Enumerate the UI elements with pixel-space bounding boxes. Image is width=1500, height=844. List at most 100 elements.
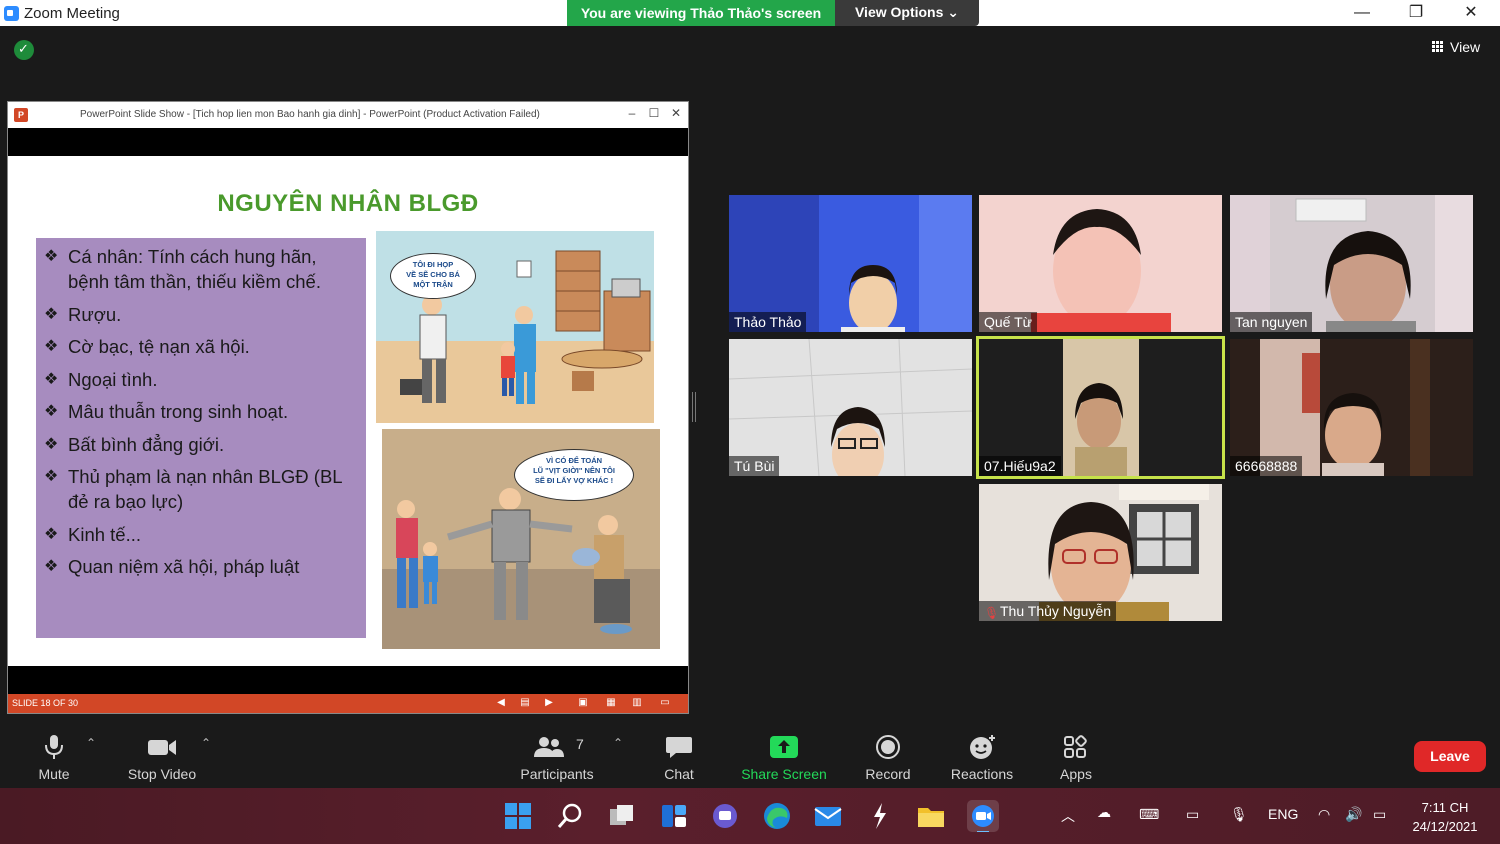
apps-icon — [1064, 735, 1087, 758]
bullet-text: Thủ phạm là nạn nhân BLGĐ (BL — [68, 466, 343, 487]
clock-time: 7:11 CH — [1421, 800, 1469, 815]
slide-letterbox-bottom — [8, 666, 688, 694]
bullet-text: Mâu thuẫn trong sinh hoạt. — [68, 401, 289, 422]
zoom-logo-icon — [4, 6, 19, 21]
bullet-text: đẻ ra bạo lực) — [68, 491, 184, 512]
split-divider-handle[interactable] — [692, 392, 696, 422]
share-screen-icon — [770, 736, 798, 758]
participant-name: Tan nguyen — [1230, 312, 1313, 332]
share-screen-button[interactable]: Share Screen — [738, 724, 830, 788]
input-language[interactable]: ENG — [1268, 806, 1298, 822]
bullet-text: Quan niệm xã hội, pháp luật — [68, 556, 300, 577]
video-tile[interactable]: 🎙Thu Thủy Nguyễn — [979, 484, 1222, 621]
chat-button[interactable]: Chat — [652, 724, 706, 788]
record-icon — [876, 735, 900, 759]
ppt-maximize-icon: ☐ — [648, 106, 660, 120]
windows-start-icon[interactable] — [502, 800, 534, 832]
bullet-diamond-icon: ❖ — [44, 403, 59, 420]
speech-2-line-1: VÌ CÓ ĐỂ TOÁN — [545, 456, 603, 465]
video-tile-active-speaker[interactable]: 07.Hiếu9a2 — [976, 336, 1225, 479]
participant-name: Thảo Thảo — [729, 312, 807, 332]
show-hidden-icons-chevron-icon[interactable]: ︿ — [1061, 806, 1075, 826]
keyboard-icon[interactable]: ⌨ — [1139, 806, 1159, 823]
previous-slide-icon: ◀ — [497, 697, 505, 708]
app-shortcut-icon[interactable] — [864, 800, 896, 832]
volume-icon[interactable]: 🔊 — [1345, 806, 1362, 823]
participant-name: 07.Hiếu9a2 — [979, 456, 1061, 476]
participant-name: Quế Từ — [979, 312, 1038, 332]
wifi-icon[interactable]: ◠ — [1318, 806, 1330, 823]
participants-count: 7 — [576, 736, 584, 752]
ppt-window-title: PowerPoint Slide Show - [Tich hop lien m… — [80, 109, 540, 120]
widgets-icon[interactable] — [658, 800, 690, 832]
mute-button[interactable]: Mute — [24, 724, 84, 788]
edge-browser-icon[interactable] — [761, 800, 793, 832]
clock-date: 24/12/2021 — [1412, 819, 1478, 834]
mail-icon[interactable] — [812, 800, 844, 832]
zoom-taskbar-icon[interactable] — [967, 800, 999, 832]
video-tile[interactable]: Tan nguyen — [1230, 195, 1473, 332]
bullet-diamond-icon: ❖ — [44, 435, 59, 453]
battery-icon[interactable]: ▭ — [1373, 806, 1386, 823]
speech-1-line-3: MỘT TRẬN — [413, 280, 453, 289]
video-tile[interactable]: Thảo Thảo — [729, 195, 972, 332]
restore-button[interactable]: ❐ — [1393, 0, 1439, 26]
video-tile[interactable]: 66668888 — [1230, 339, 1473, 476]
speech-1-line-2: VỀ SẼ CHO BÁ — [406, 270, 460, 279]
search-icon[interactable] — [554, 800, 586, 832]
view-options-dropdown[interactable]: View Options ⌄ — [835, 0, 979, 26]
microphone-icon — [45, 735, 63, 759]
leave-button[interactable]: Leave — [1414, 741, 1486, 772]
tablet-mode-icon[interactable]: ▭ — [1186, 806, 1199, 823]
chat-bubble-icon — [666, 737, 692, 758]
file-explorer-icon[interactable] — [915, 800, 947, 832]
record-button[interactable]: Record — [860, 724, 916, 788]
grid-icon — [1432, 41, 1444, 53]
bullet-text: bệnh tâm thần, thiếu kiềm chế. — [68, 271, 321, 292]
security-shield-icon[interactable] — [14, 40, 34, 60]
teams-chat-icon[interactable] — [709, 800, 741, 832]
speech-2-line-3: SẼ ĐI LẤY VỢ KHÁC ! — [534, 476, 614, 485]
speech-1-line-1: TÔI ĐI HỌP — [412, 260, 454, 269]
bullet-diamond-icon: ❖ — [44, 305, 59, 323]
video-tile[interactable]: Quế Từ — [979, 195, 1222, 332]
close-button[interactable]: ✕ — [1448, 0, 1494, 26]
ppt-minimize-icon: – — [628, 106, 636, 120]
share-screen-label: Share Screen — [741, 766, 827, 782]
bullet-diamond-icon: ❖ — [44, 468, 59, 485]
reactions-button[interactable]: Reactions — [946, 724, 1018, 788]
video-options-caret-icon[interactable]: ⌃ — [201, 736, 211, 750]
participants-button[interactable]: 7 Participants — [516, 724, 598, 788]
reactions-label: Reactions — [950, 766, 1014, 782]
bullet-text: Rượu. — [68, 303, 122, 325]
muted-microphone-icon: 🎙 — [984, 606, 1000, 620]
speech-2-line-2: LŨ "VỊT GIỜI" NÊN TÔI — [533, 466, 615, 475]
onedrive-error-icon[interactable]: ☁ — [1097, 804, 1111, 821]
apps-label: Apps — [1060, 766, 1092, 782]
participant-name: 🎙Thu Thủy Nguyễn — [979, 601, 1117, 621]
slide-title: NGUYÊN NHÂN BLGĐ — [217, 190, 479, 217]
minimize-button[interactable]: — — [1339, 0, 1385, 26]
microphone-tray-icon[interactable]: 🎙 — [1230, 806, 1248, 823]
participant-name: 66668888 — [1230, 456, 1303, 476]
slide: NGUYÊN NHÂN BLGĐ ❖ Cá nhân: Tính cách hun… — [8, 156, 688, 666]
powerpoint-icon: P — [14, 108, 28, 122]
windows-taskbar: ︿ ☁ ⌨ ▭ 🎙 ENG ◠ 🔊 ▭ 7:11 CH 24/12/2021 — [0, 788, 1500, 844]
participant-name-text: Thu Thủy Nguyễn — [1000, 603, 1112, 619]
bullet-text: Cá nhân: Tính cách hung hãn, — [68, 246, 317, 267]
slideshow-icon: ▭ — [660, 697, 670, 708]
participants-label: Participants — [520, 766, 594, 782]
video-tile[interactable]: Tú Bùi — [729, 339, 972, 476]
participants-icon — [533, 737, 564, 757]
task-view-icon[interactable] — [606, 800, 638, 832]
audio-options-caret-icon[interactable]: ⌃ — [86, 736, 96, 750]
reactions-emoji-icon — [970, 735, 995, 759]
participants-options-caret-icon[interactable]: ⌃ — [613, 736, 623, 750]
viewing-screen-banner: You are viewing Thảo Thảo's screen — [567, 0, 835, 26]
bullet-diamond-icon: ❖ — [44, 338, 59, 355]
window-title: Zoom Meeting — [24, 5, 120, 22]
stop-video-button[interactable]: Stop Video — [120, 724, 204, 788]
view-button[interactable]: View — [1424, 34, 1490, 60]
apps-button[interactable]: Apps — [1052, 724, 1100, 788]
system-clock[interactable]: 7:11 CH 24/12/2021 — [1404, 798, 1486, 836]
